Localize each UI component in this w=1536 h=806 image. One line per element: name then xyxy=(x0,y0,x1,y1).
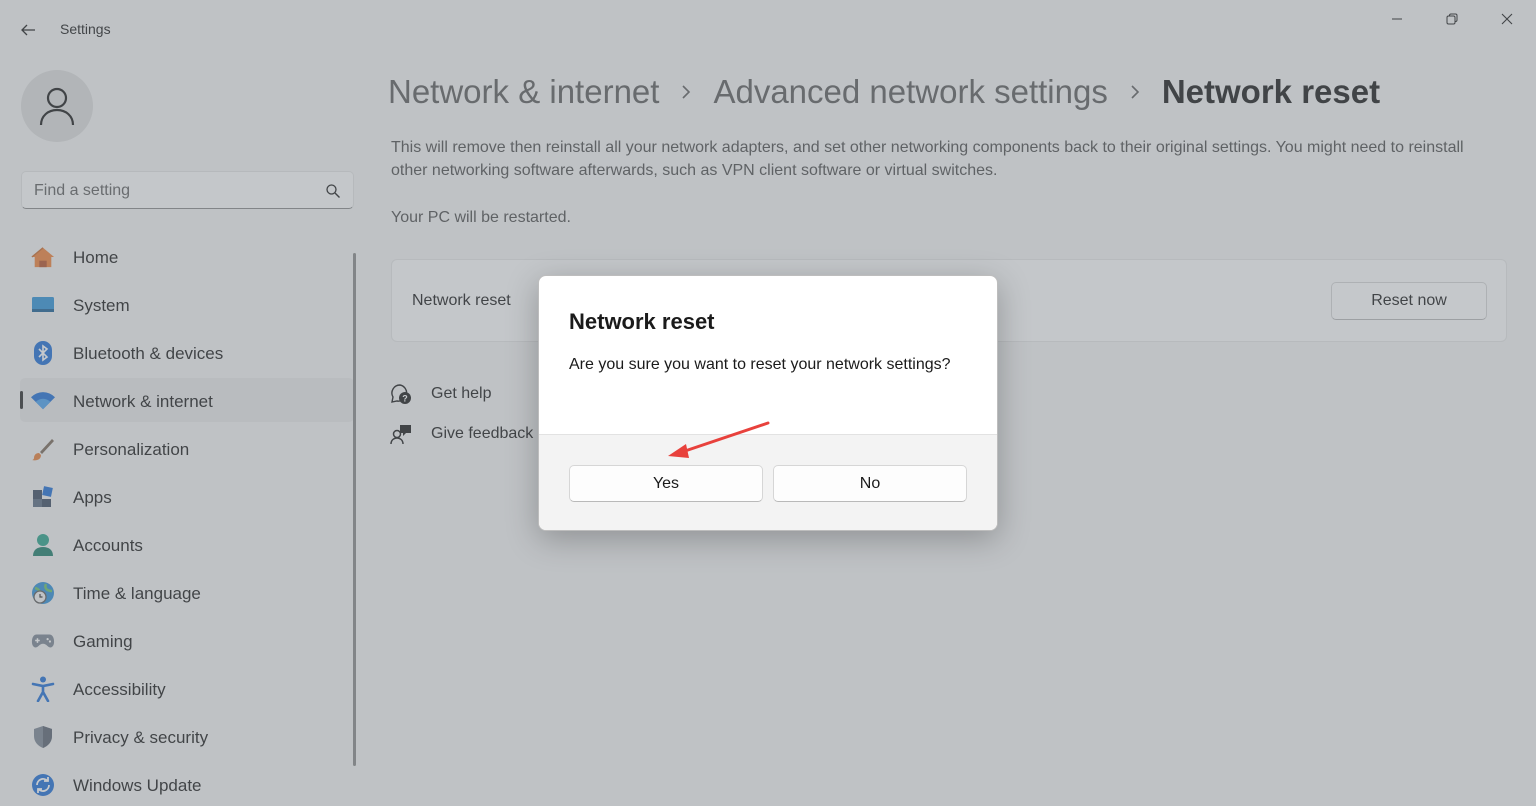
dialog-message: Are you sure you want to reset your netw… xyxy=(569,356,951,373)
network-reset-dialog: Network reset Are you sure you want to r… xyxy=(538,275,998,531)
no-button[interactable]: No xyxy=(773,465,967,502)
dialog-footer: Yes No xyxy=(539,434,997,530)
dialog-title: Network reset xyxy=(569,309,715,334)
yes-button[interactable]: Yes xyxy=(569,465,763,502)
